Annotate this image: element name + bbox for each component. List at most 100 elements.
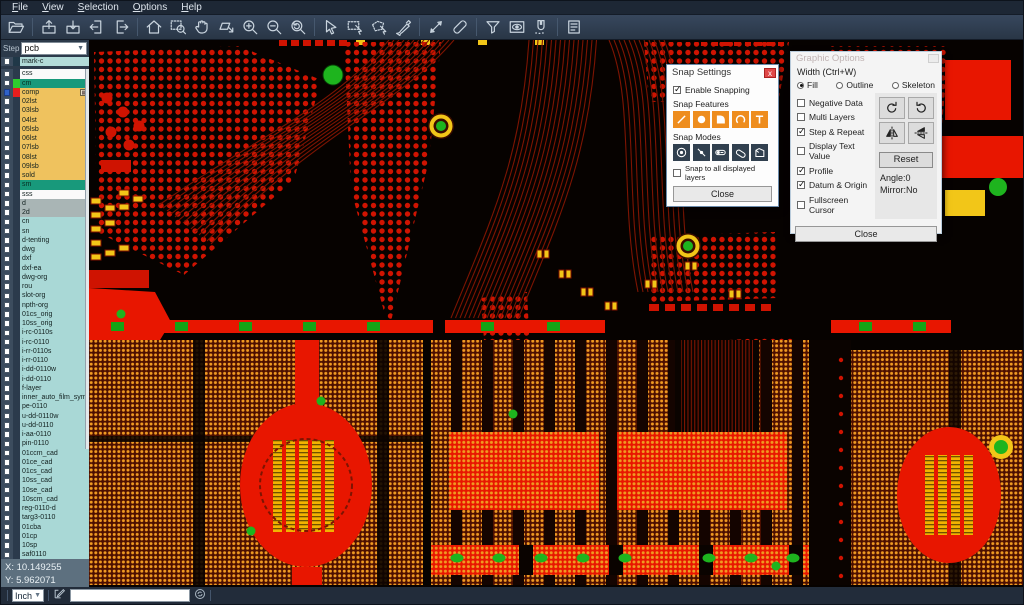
layer-row[interactable]: i-aa-0110 xyxy=(1,430,89,439)
radio-fill[interactable]: Fill xyxy=(797,80,818,90)
snap-close-button[interactable]: Close xyxy=(673,186,772,202)
layer-visibility-checkbox[interactable] xyxy=(1,550,13,559)
layer-visibility-checkbox[interactable] xyxy=(1,412,13,421)
snap-all-layers-checkbox-row[interactable]: ✓ Snap to all displayed layers xyxy=(673,164,772,182)
option-negative-data[interactable]: ✓Negative Data xyxy=(797,98,871,108)
draw-icon[interactable] xyxy=(53,587,66,605)
layer-visibility-checkbox[interactable] xyxy=(1,236,13,245)
layer-row[interactable]: comp▦ xyxy=(1,88,89,97)
layer-visibility-checkbox[interactable] xyxy=(1,245,13,254)
report-icon[interactable] xyxy=(563,16,585,38)
layer-visibility-checkbox[interactable] xyxy=(1,541,13,550)
mode-point-icon[interactable] xyxy=(693,144,710,161)
menu-help[interactable]: Help xyxy=(174,1,209,14)
layer-row[interactable]: 10ss_orig xyxy=(1,319,89,328)
layer-visibility-checkbox[interactable] xyxy=(1,264,13,273)
layer-visibility-checkbox[interactable] xyxy=(1,402,13,411)
layer-row[interactable]: 01cp xyxy=(1,532,89,541)
command-input[interactable] xyxy=(70,589,190,602)
layer-row[interactable]: targ3-0110 xyxy=(1,513,89,522)
close-icon[interactable] xyxy=(928,54,939,63)
rotate-cw-icon[interactable] xyxy=(879,97,905,119)
layer-visibility-checkbox[interactable] xyxy=(1,153,13,162)
layer-visibility-checkbox[interactable] xyxy=(1,227,13,236)
zoom-in-icon[interactable] xyxy=(239,16,261,38)
layer-visibility-checkbox[interactable] xyxy=(1,162,13,171)
zoom-window-icon[interactable] xyxy=(167,16,189,38)
layer-row[interactable]: npth-org xyxy=(1,301,89,310)
layer-row[interactable]: slot-org xyxy=(1,291,89,300)
job-upload-icon[interactable] xyxy=(38,16,60,38)
layer-visibility-checkbox[interactable] xyxy=(1,88,13,97)
layer-visibility-checkbox[interactable] xyxy=(1,69,13,78)
layer-visibility-checkbox[interactable] xyxy=(1,365,13,374)
layer-row[interactable]: pin-0110 xyxy=(1,439,89,448)
layer-row[interactable]: u-dd-0110 xyxy=(1,421,89,430)
close-icon[interactable]: x xyxy=(764,68,776,78)
menu-view[interactable]: View xyxy=(35,1,71,14)
layer-visibility-checkbox[interactable] xyxy=(1,486,13,495)
snap-arc-icon[interactable] xyxy=(732,111,749,128)
layer-visibility-checkbox[interactable] xyxy=(1,393,13,402)
move-shape-icon[interactable] xyxy=(215,16,237,38)
layer-row[interactable]: 01ccm_cad xyxy=(1,449,89,458)
layer-row[interactable]: 09lsb xyxy=(1,162,89,171)
zoom-previous-icon[interactable] xyxy=(287,16,309,38)
radio-outline[interactable]: Outline xyxy=(836,80,873,90)
layer-row[interactable]: i-dd-0110 xyxy=(1,375,89,384)
enable-snapping-checkbox-row[interactable]: ✓ Enable Snapping xyxy=(673,85,772,95)
layer-visibility-checkbox[interactable] xyxy=(1,143,13,152)
layer-row[interactable]: 01cs_orig xyxy=(1,310,89,319)
option-datum-origin[interactable]: ✓Datum & Origin xyxy=(797,180,871,190)
layer-row[interactable]: sm xyxy=(1,180,89,189)
job-download-icon[interactable] xyxy=(62,16,84,38)
layer-visibility-checkbox[interactable] xyxy=(1,254,13,263)
measure-icon[interactable] xyxy=(425,16,447,38)
eraser-icon[interactable] xyxy=(449,16,471,38)
export-page-icon[interactable] xyxy=(110,16,132,38)
snap-line-icon[interactable] xyxy=(673,111,690,128)
zoom-out-icon[interactable] xyxy=(263,16,285,38)
layer-row[interactable]: 01cba xyxy=(1,523,89,532)
layer-visibility-checkbox[interactable] xyxy=(1,282,13,291)
option-multi-layers[interactable]: ✓Multi Layers xyxy=(797,112,871,122)
layer-row[interactable]: 06lst xyxy=(1,134,89,143)
radio-skeleton[interactable]: Skeleton xyxy=(892,80,935,90)
rotate-ccw-icon[interactable] xyxy=(908,97,934,119)
flip-h-icon[interactable] xyxy=(879,122,905,144)
layer-visibility-checkbox[interactable] xyxy=(1,476,13,485)
layer-visibility-checkbox[interactable] xyxy=(1,171,13,180)
layer-visibility-checkbox[interactable] xyxy=(1,356,13,365)
layer-view-icon[interactable] xyxy=(506,16,528,38)
menu-selection[interactable]: Selection xyxy=(71,1,126,14)
select-polygon-icon[interactable] xyxy=(368,16,390,38)
layer-row[interactable]: dxf-ea xyxy=(1,264,89,273)
layer-visibility-checkbox[interactable] xyxy=(1,347,13,356)
layer-row[interactable]: i-rc-0110s xyxy=(1,328,89,337)
snap-magnet-icon[interactable] xyxy=(530,16,552,38)
select-rect-icon[interactable] xyxy=(344,16,366,38)
layer-row[interactable]: 08lst xyxy=(1,153,89,162)
layer-visibility-checkbox[interactable] xyxy=(1,273,13,282)
layer-row[interactable]: cm xyxy=(1,79,89,88)
layer-visibility-checkbox[interactable] xyxy=(1,384,13,393)
layer-row[interactable]: sss xyxy=(1,190,89,199)
layer-visibility-checkbox[interactable] xyxy=(1,190,13,199)
layer-row[interactable]: 02lst xyxy=(1,97,89,106)
mode-center-icon[interactable] xyxy=(673,144,690,161)
layer-visibility-checkbox[interactable] xyxy=(1,125,13,134)
layer-row[interactable]: pe-0110 xyxy=(1,402,89,411)
filter-icon[interactable] xyxy=(482,16,504,38)
layer-visibility-checkbox[interactable] xyxy=(1,421,13,430)
checkbox[interactable]: ✓ xyxy=(673,86,681,94)
snap-pad-icon[interactable] xyxy=(693,111,710,128)
pan-hand-icon[interactable] xyxy=(191,16,213,38)
layer-row[interactable]: dxf xyxy=(1,254,89,263)
layer-row[interactable]: 2d xyxy=(1,208,89,217)
layer-visibility-checkbox[interactable] xyxy=(1,328,13,337)
mode-profile-icon[interactable] xyxy=(751,144,768,161)
layer-row[interactable]: i-rr-0110s xyxy=(1,347,89,356)
menu-options[interactable]: Options xyxy=(126,1,174,14)
layer-row[interactable]: d xyxy=(1,199,89,208)
import-page-icon[interactable] xyxy=(86,16,108,38)
